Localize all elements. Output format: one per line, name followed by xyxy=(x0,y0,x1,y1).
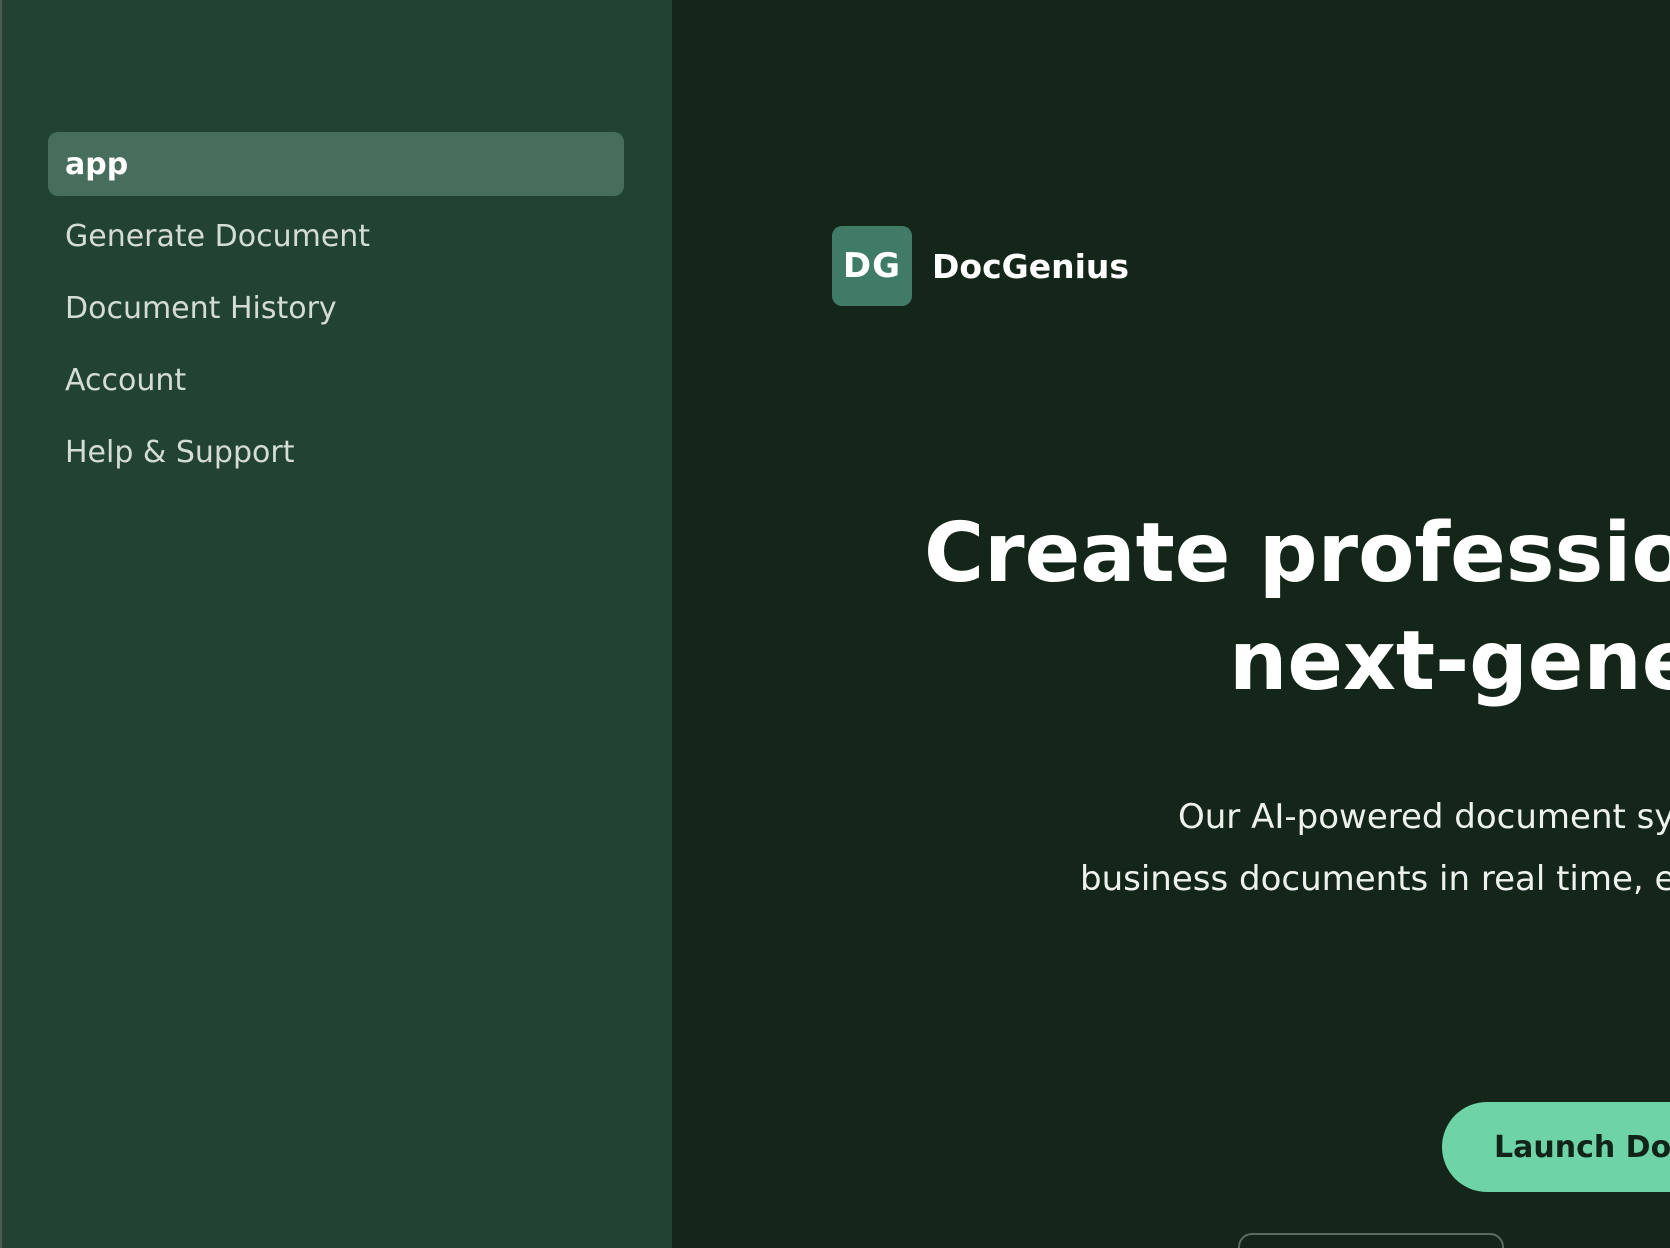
sidebar-item-help-support[interactable]: Help & Support xyxy=(48,420,624,484)
secondary-button[interactable] xyxy=(1238,1233,1504,1248)
app-window: app Generate Document Document History A… xyxy=(0,0,1670,1248)
hero-headline-line-1: Create professional xyxy=(924,506,1670,601)
sidebar-item-document-history[interactable]: Document History xyxy=(48,276,624,340)
hero-subtitle-line-2: business documents in real time, ens xyxy=(1080,859,1670,899)
main-content: DG DocGenius Create professional next-ge… xyxy=(672,0,1670,1248)
sidebar: app Generate Document Document History A… xyxy=(2,0,672,1248)
hero-subtitle-line-1: Our AI-powered document syst xyxy=(1178,797,1670,837)
brand[interactable]: DG DocGenius xyxy=(832,226,1129,306)
brand-name: DocGenius xyxy=(932,246,1130,286)
brand-logo: DG xyxy=(832,226,912,306)
hero-headline-line-2: next-genera xyxy=(1229,614,1670,709)
launch-button[interactable]: Launch DocG xyxy=(1442,1102,1670,1192)
sidebar-item-account[interactable]: Account xyxy=(48,348,624,412)
sidebar-item-generate-document[interactable]: Generate Document xyxy=(48,204,624,268)
hero-subtitle: Our AI-powered document syst business do… xyxy=(1080,786,1670,910)
sidebar-item-app[interactable]: app xyxy=(48,132,624,196)
hero-headline: Create professional next-genera xyxy=(924,500,1670,716)
